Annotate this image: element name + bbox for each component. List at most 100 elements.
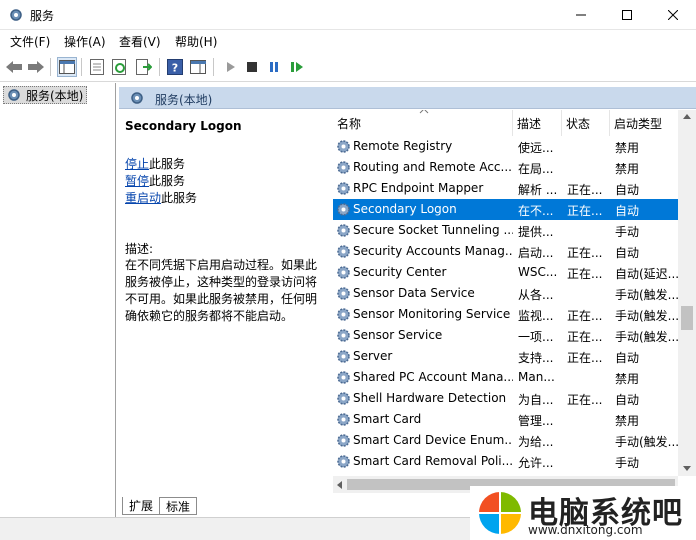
- column-header-status[interactable]: 状态: [562, 110, 610, 136]
- service-name: Sensor Service: [353, 328, 443, 342]
- table-row[interactable]: Smart Card 管理... 禁用: [333, 409, 696, 430]
- table-row[interactable]: Secondary Logon 在不... 正在... 自动: [333, 199, 696, 220]
- description-text: 在不同凭据下启用启动过程。如果此服务被停止，这种类型的登录访问将不可用。如果此服…: [125, 258, 318, 323]
- forward-button[interactable]: [26, 57, 46, 77]
- service-name: Smart Card: [353, 412, 422, 426]
- menu-action[interactable]: 操作(A): [64, 33, 106, 50]
- stop-service-button[interactable]: [242, 57, 262, 77]
- services-gear-icon: [8, 89, 20, 101]
- service-description: 使远...: [518, 141, 554, 155]
- menu-bar: 文件(F) 操作(A) 查看(V) 帮助(H): [0, 30, 696, 52]
- service-description: WSC...: [518, 265, 558, 279]
- service-description: 支持...: [518, 351, 554, 365]
- console-tree-icon: [59, 60, 75, 74]
- service-description: 一项...: [518, 330, 554, 344]
- scroll-down-icon: [683, 466, 691, 471]
- table-row[interactable]: Security Center WSC... 正在... 自动(延迟...: [333, 262, 696, 283]
- export-icon: [136, 59, 152, 75]
- table-row[interactable]: Sensor Service 一项... 正在... 手动(触发...: [333, 325, 696, 346]
- pause-action: 暂停此服务: [125, 174, 186, 188]
- stop-action: 停止此服务: [125, 157, 186, 171]
- tab-extended[interactable]: 扩展: [122, 497, 161, 515]
- table-row[interactable]: Remote Registry 使远... 禁用: [333, 136, 696, 157]
- service-status: 正在...: [567, 351, 603, 365]
- refresh-button[interactable]: [110, 57, 130, 77]
- column-header-name[interactable]: 名称: [333, 110, 513, 136]
- help-button[interactable]: ?: [165, 57, 185, 77]
- watermark-url: www.dnxitong.com: [528, 523, 643, 537]
- service-name: Sensor Data Service: [353, 286, 475, 300]
- show-console-tree-button[interactable]: [57, 57, 77, 77]
- service-status: 正在...: [567, 330, 603, 344]
- menu-file[interactable]: 文件(F): [10, 33, 50, 50]
- pane-header-title: 服务(本地): [155, 93, 213, 107]
- service-gear-icon: [335, 390, 352, 407]
- vertical-scrollbar[interactable]: [678, 110, 696, 476]
- service-gear-icon: [335, 264, 352, 281]
- service-gear-icon: [335, 159, 352, 176]
- back-arrow-icon: [6, 61, 22, 73]
- back-button[interactable]: [4, 57, 24, 77]
- table-row[interactable]: RPC Endpoint Mapper 解析 ... 正在... 自动: [333, 178, 696, 199]
- start-service-icon: [227, 62, 235, 72]
- table-row[interactable]: Smart Card Device Enum... 为给... 手动(触发...: [333, 430, 696, 451]
- table-row[interactable]: Smart Card Removal Poli... 允许... 手动: [333, 451, 696, 472]
- service-description: 为给...: [518, 435, 554, 449]
- service-status: 正在...: [567, 309, 603, 323]
- start-service-button[interactable]: [220, 57, 240, 77]
- console-tree: 服务(本地): [0, 83, 116, 517]
- scroll-up-icon: [683, 114, 691, 119]
- view-icon: [190, 60, 206, 74]
- restart-service-link[interactable]: 重启动: [125, 191, 161, 205]
- service-status: 正在...: [567, 267, 603, 281]
- table-row[interactable]: Shell Hardware Detection 为自... 正在... 自动: [333, 388, 696, 409]
- tree-item-label: 服务(本地): [26, 88, 84, 103]
- tab-standard[interactable]: 标准: [159, 497, 198, 515]
- stop-service-link[interactable]: 停止: [125, 157, 149, 171]
- windows-logo-icon: [479, 492, 521, 534]
- column-header-description[interactable]: 描述: [513, 110, 562, 136]
- service-name: Secondary Logon: [353, 202, 457, 216]
- service-gear-icon: [335, 432, 352, 449]
- minimize-icon: [576, 14, 586, 16]
- pause-service-link[interactable]: 暂停: [125, 174, 149, 188]
- service-description: 在不...: [518, 204, 554, 218]
- view-button[interactable]: [188, 57, 208, 77]
- table-row[interactable]: Server 支持... 正在... 自动: [333, 346, 696, 367]
- properties-button[interactable]: [87, 57, 107, 77]
- restart-service-button[interactable]: [287, 57, 307, 77]
- service-name: Remote Registry: [353, 139, 453, 153]
- service-name: Server: [353, 349, 393, 363]
- tree-item-services-local[interactable]: 服务(本地): [3, 86, 87, 104]
- service-status: 正在...: [567, 393, 603, 407]
- table-row[interactable]: Sensor Monitoring Service 监视... 正在... 手动(触发…: [333, 304, 696, 325]
- export-list-button[interactable]: [134, 57, 154, 77]
- service-status: 正在...: [567, 183, 603, 197]
- service-description: 提供...: [518, 225, 554, 239]
- table-row[interactable]: Sensor Data Service 从各... 手动(触发...: [333, 283, 696, 304]
- service-gear-icon: [335, 348, 352, 365]
- service-name: Shell Hardware Detection: [353, 391, 507, 405]
- vertical-scroll-thumb[interactable]: [681, 306, 693, 330]
- service-name: Smart Card Device Enum...: [353, 433, 513, 447]
- table-row[interactable]: Routing and Remote Acc... 在局... 禁用: [333, 157, 696, 178]
- title-bar: 服务: [0, 0, 696, 30]
- table-row[interactable]: Security Accounts Manag... 启动... 正在... 自动: [333, 241, 696, 262]
- service-gear-icon: [335, 327, 352, 344]
- watermark: 电脑系统吧 www.dnxitong.com: [470, 486, 696, 540]
- service-gear-icon: [335, 222, 352, 239]
- close-button[interactable]: [650, 0, 696, 30]
- service-gear-icon: [335, 180, 352, 197]
- menu-help[interactable]: 帮助(H): [175, 33, 217, 50]
- minimize-button[interactable]: [558, 0, 604, 30]
- service-description: 解析 ...: [518, 183, 558, 197]
- selected-service-title: Secondary Logon: [125, 119, 242, 133]
- service-description: 在局...: [518, 162, 554, 176]
- service-gear-icon: [335, 138, 352, 155]
- maximize-button[interactable]: [604, 0, 650, 30]
- pause-service-button[interactable]: [264, 57, 284, 77]
- menu-view[interactable]: 查看(V): [119, 33, 161, 50]
- table-row[interactable]: Secure Socket Tunneling ... 提供... 手动: [333, 220, 696, 241]
- sort-ascending-icon: [419, 110, 429, 114]
- table-row[interactable]: Shared PC Account Mana... Man... 禁用: [333, 367, 696, 388]
